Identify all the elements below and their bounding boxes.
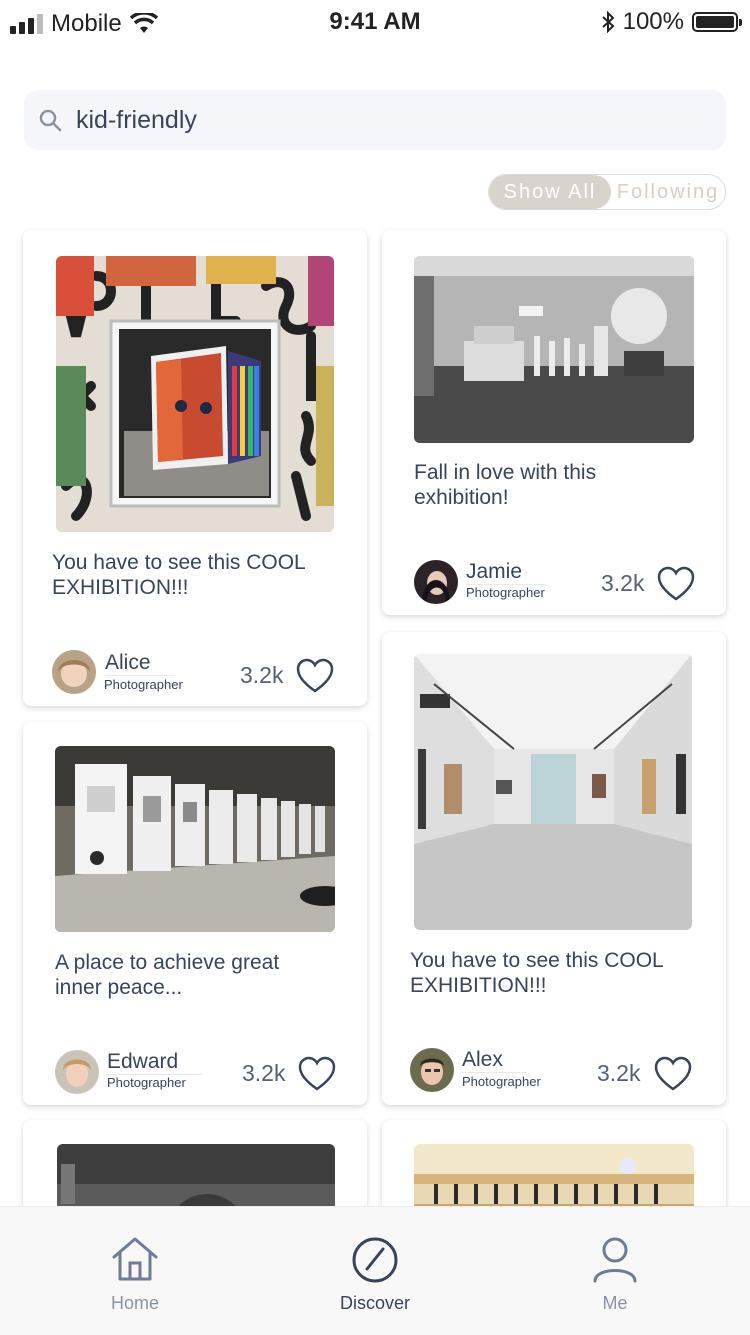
post-card[interactable]: You have to see this COOL EXHIBITION!!! … [23, 230, 367, 706]
author-name[interactable]: Alice [105, 651, 175, 676]
post-title: You have to see this COOL EXHIBITION!!! [410, 949, 663, 997]
avatar[interactable] [55, 1050, 99, 1094]
tab-home[interactable]: Home [55, 1207, 215, 1335]
author-name[interactable]: Alex [462, 1048, 527, 1073]
following-option[interactable]: Following [611, 175, 725, 209]
home-icon [112, 1237, 158, 1281]
author-name[interactable]: Jamie [466, 560, 547, 585]
tab-me[interactable]: Me [535, 1207, 695, 1335]
battery-icon [692, 12, 742, 32]
status-bar: Mobile 9:41 AM 100% [0, 0, 750, 48]
feed-filter-toggle[interactable]: Show All Following [488, 174, 726, 210]
post-title: Fall in love with this exhibition! [414, 461, 597, 509]
post-card[interactable]: You have to see this COOL EXHIBITION!!! … [382, 632, 726, 1105]
status-right: 100% [601, 8, 742, 36]
heart-icon[interactable] [654, 1056, 692, 1092]
post-image[interactable] [414, 654, 692, 930]
author-name[interactable]: Edward [107, 1050, 203, 1075]
post-title: You have to see this COOL EXHIBITION!!! [52, 551, 305, 599]
heart-icon[interactable] [298, 1056, 336, 1092]
post-image[interactable] [55, 746, 335, 932]
avatar[interactable] [410, 1048, 454, 1092]
tab-label: Home [110, 1293, 159, 1313]
user-icon [593, 1237, 637, 1283]
avatar[interactable] [52, 650, 96, 694]
heart-icon[interactable] [296, 658, 334, 694]
avatar[interactable] [414, 560, 458, 604]
post-title: A place to achieve great inner peace... [55, 951, 280, 999]
tab-bar: Home Discover Me [0, 1206, 750, 1335]
show-all-option[interactable]: Show All [489, 175, 611, 209]
heart-icon[interactable] [657, 566, 695, 602]
like-count: 3.2k [240, 662, 284, 688]
like-count: 3.2k [597, 1060, 641, 1086]
search-icon [39, 109, 62, 132]
like-count: 3.2k [242, 1060, 286, 1086]
post-image[interactable] [414, 256, 694, 443]
search-input[interactable] [74, 104, 678, 136]
author-role: Photographer [104, 677, 183, 692]
tab-label: Discover [339, 1293, 410, 1313]
post-card[interactable]: Fall in love with this exhibition! Jamie… [382, 230, 726, 615]
post-image[interactable] [56, 256, 334, 532]
author-role: Photographer [466, 585, 545, 600]
bluetooth-icon [601, 10, 615, 34]
tab-label: Me [602, 1293, 628, 1313]
post-card[interactable]: A place to achieve great inner peace... … [23, 722, 367, 1105]
tab-discover[interactable]: Discover [295, 1207, 455, 1335]
author-role: Photographer [107, 1075, 186, 1090]
compass-icon [352, 1237, 398, 1283]
like-count: 3.2k [601, 570, 645, 596]
battery-percent: 100% [622, 8, 684, 35]
author-role: Photographer [462, 1074, 541, 1089]
search-bar[interactable] [24, 90, 726, 150]
